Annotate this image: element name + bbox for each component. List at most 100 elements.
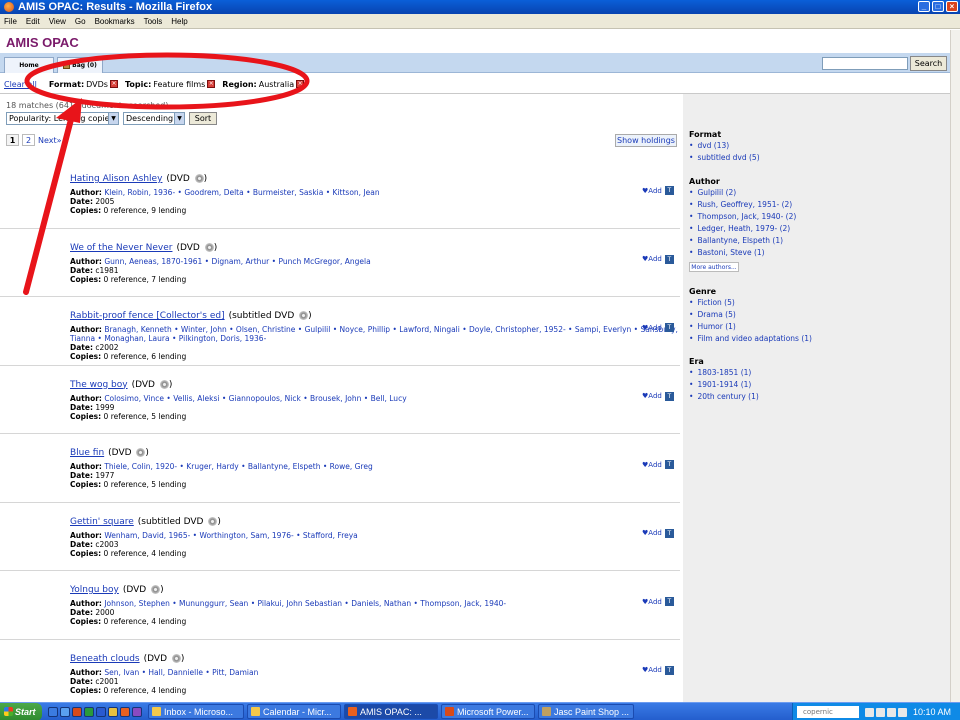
search-button[interactable]: Search — [910, 56, 947, 71]
firefox-icon[interactable] — [120, 706, 130, 717]
clear-all-link[interactable]: Clear all — [4, 80, 37, 89]
result-title-link[interactable]: Gettin' square — [70, 517, 134, 527]
facet-author-item[interactable]: Ledger, Heath, 1979- (2) — [689, 224, 790, 233]
task-paintshop[interactable]: Jasc Paint Shop ... — [538, 704, 634, 719]
t-icon[interactable]: T — [664, 323, 674, 332]
word-icon[interactable] — [96, 706, 106, 717]
start-button[interactable]: Start — [0, 702, 42, 720]
author-links[interactable]: Colosimo, Vince • Vellis, Aleksi • Giann… — [104, 394, 406, 403]
add-to-bag-link[interactable]: ♥Add — [642, 255, 662, 263]
ie-icon[interactable] — [48, 706, 58, 717]
desktop-search-input[interactable]: copernic — [797, 706, 859, 718]
menu-go[interactable]: Go — [75, 17, 86, 26]
add-to-bag-link[interactable]: ♥Add — [642, 392, 662, 400]
t-icon[interactable]: T — [664, 186, 674, 195]
facet-genre-item[interactable]: Film and video adaptations (1) — [689, 334, 812, 343]
sort-order-select[interactable]: Descending ▼ — [123, 112, 185, 125]
remove-topic-filter-icon[interactable]: × — [207, 80, 216, 88]
add-to-bag-link[interactable]: ♥Add — [642, 324, 662, 332]
result-title-link[interactable]: Hating Alison Ashley — [70, 174, 162, 184]
t-icon[interactable]: T — [664, 528, 674, 538]
menu-tools[interactable]: Tools — [144, 17, 163, 26]
show-holdings-button[interactable]: Show holdings — [615, 134, 677, 147]
vertical-scrollbar[interactable] — [950, 30, 960, 702]
sort-button[interactable]: Sort — [189, 112, 217, 125]
result-title-link[interactable]: Rabbit-proof fence [Collector's ed] — [70, 311, 225, 321]
menu-view[interactable]: View — [49, 17, 66, 26]
add-to-bag-link[interactable]: ♥Add — [642, 598, 662, 606]
facet-format-item[interactable]: dvd (13) — [689, 141, 729, 150]
add-to-bag-link[interactable]: ♥Add — [642, 666, 662, 674]
author-links[interactable]: Johnson, Stephen • Mununggurr, Sean • Pi… — [104, 599, 506, 608]
facet-format-item[interactable]: subtitled dvd (5) — [689, 153, 759, 162]
t-icon[interactable]: T — [664, 391, 674, 401]
author-links[interactable]: Wenham, David, 1965- • Worthington, Sam,… — [104, 531, 357, 540]
tray-icon[interactable] — [887, 707, 896, 717]
sort-by-select[interactable]: Popularity: Lending copies ▼ — [6, 112, 119, 125]
maximize-button[interactable]: □ — [932, 1, 944, 12]
facet-genre-item[interactable]: Fiction (5) — [689, 298, 734, 307]
facet-era-item[interactable]: 1803-1851 (1) — [689, 368, 751, 377]
author-links[interactable]: Gunn, Aeneas, 1870-1961 • Dignam, Arthur… — [104, 257, 370, 266]
result-title-link[interactable]: Blue fin — [70, 448, 104, 458]
more-authors-button[interactable]: More authors... — [689, 262, 739, 272]
minimize-button[interactable]: _ — [918, 1, 930, 12]
calendar-icon — [251, 707, 260, 716]
tray-icon[interactable] — [865, 707, 874, 717]
remove-format-filter-icon[interactable]: × — [109, 80, 118, 88]
add-to-bag-link[interactable]: ♥Add — [642, 461, 662, 469]
excel-icon[interactable] — [84, 706, 94, 717]
tab-bag-label: Bag (0) — [72, 62, 97, 69]
folder-icon[interactable] — [108, 706, 118, 717]
result-format: (subtitled DVD — [228, 311, 295, 321]
tray-icon[interactable] — [898, 707, 907, 717]
remove-region-filter-icon[interactable]: × — [296, 80, 305, 88]
date-value: c2003 — [95, 539, 119, 549]
facet-author-item[interactable]: Bastoni, Steve (1) — [689, 248, 764, 257]
page-1[interactable]: 1 — [6, 134, 19, 146]
task-firefox[interactable]: AMIS OPAC: ... — [344, 704, 438, 719]
result-title-link[interactable]: The wog boy — [70, 380, 128, 390]
facet-era-item[interactable]: 1901-1914 (1) — [689, 380, 751, 389]
tray-icon[interactable] — [876, 707, 885, 717]
add-to-bag-link[interactable]: ♥Add — [642, 187, 662, 195]
task-inbox[interactable]: Inbox - Microso... — [148, 704, 244, 719]
facet-genre-item[interactable]: Drama (5) — [689, 310, 735, 319]
result-title-link[interactable]: Beneath clouds — [70, 654, 140, 664]
facet-author-item[interactable]: Gulpilil (2) — [689, 188, 736, 197]
powerpoint-icon[interactable] — [72, 706, 82, 717]
facet-author-item[interactable]: Ballantyne, Elspeth (1) — [689, 236, 783, 245]
close-button[interactable]: × — [946, 1, 958, 12]
result-title-link[interactable]: Yolngu boy — [70, 585, 119, 595]
t-icon[interactable]: T — [664, 665, 674, 675]
author-links[interactable]: Sen, Ivan • Hall, Dannielle • Pitt, Dami… — [104, 668, 258, 677]
t-icon[interactable]: T — [664, 597, 674, 606]
result-title-link[interactable]: We of the Never Never — [70, 243, 172, 253]
t-icon[interactable]: T — [664, 254, 674, 264]
app-icon[interactable] — [132, 706, 142, 717]
tab-bag[interactable]: Bag (0) — [57, 57, 103, 73]
next-page-link[interactable]: Next» — [38, 136, 62, 145]
menu-bookmarks[interactable]: Bookmarks — [95, 17, 135, 26]
facet-genre-item[interactable]: Humor (1) — [689, 322, 735, 331]
facet-era-item[interactable]: 20th century (1) — [689, 392, 758, 401]
page-2[interactable]: 2 — [22, 134, 35, 146]
page-2-link[interactable]: 2 — [26, 136, 31, 145]
task-calendar[interactable]: Calendar - Micr... — [247, 704, 341, 719]
author-links[interactable]: Thiele, Colin, 1920- • Kruger, Hardy • B… — [104, 462, 372, 471]
task-powerpoint[interactable]: Microsoft Power... — [441, 704, 535, 719]
facet-sidebar: Format dvd (13) subtitled dvd (5) Author… — [683, 94, 950, 702]
menu-edit[interactable]: Edit — [26, 17, 40, 26]
search-input[interactable] — [822, 57, 908, 70]
menu-file[interactable]: File — [4, 17, 17, 26]
tab-home[interactable]: Home — [4, 57, 54, 73]
facet-author-item[interactable]: Thompson, Jack, 1940- (2) — [689, 212, 796, 221]
author-links[interactable]: Branagh, Kenneth • Winter, John • Olsen,… — [104, 325, 678, 334]
author-links[interactable]: Klein, Robin, 1936- • Goodrem, Delta • B… — [104, 188, 379, 197]
menu-help[interactable]: Help — [171, 17, 187, 26]
t-icon[interactable]: T — [664, 460, 674, 469]
author-links-continued[interactable]: Tianna • Monaghan, Laura • Pilkington, D… — [70, 334, 266, 343]
facet-author-item[interactable]: Rush, Geoffrey, 1951- (2) — [689, 200, 792, 209]
add-to-bag-link[interactable]: ♥Add — [642, 529, 662, 537]
outlook-icon[interactable] — [60, 706, 70, 717]
